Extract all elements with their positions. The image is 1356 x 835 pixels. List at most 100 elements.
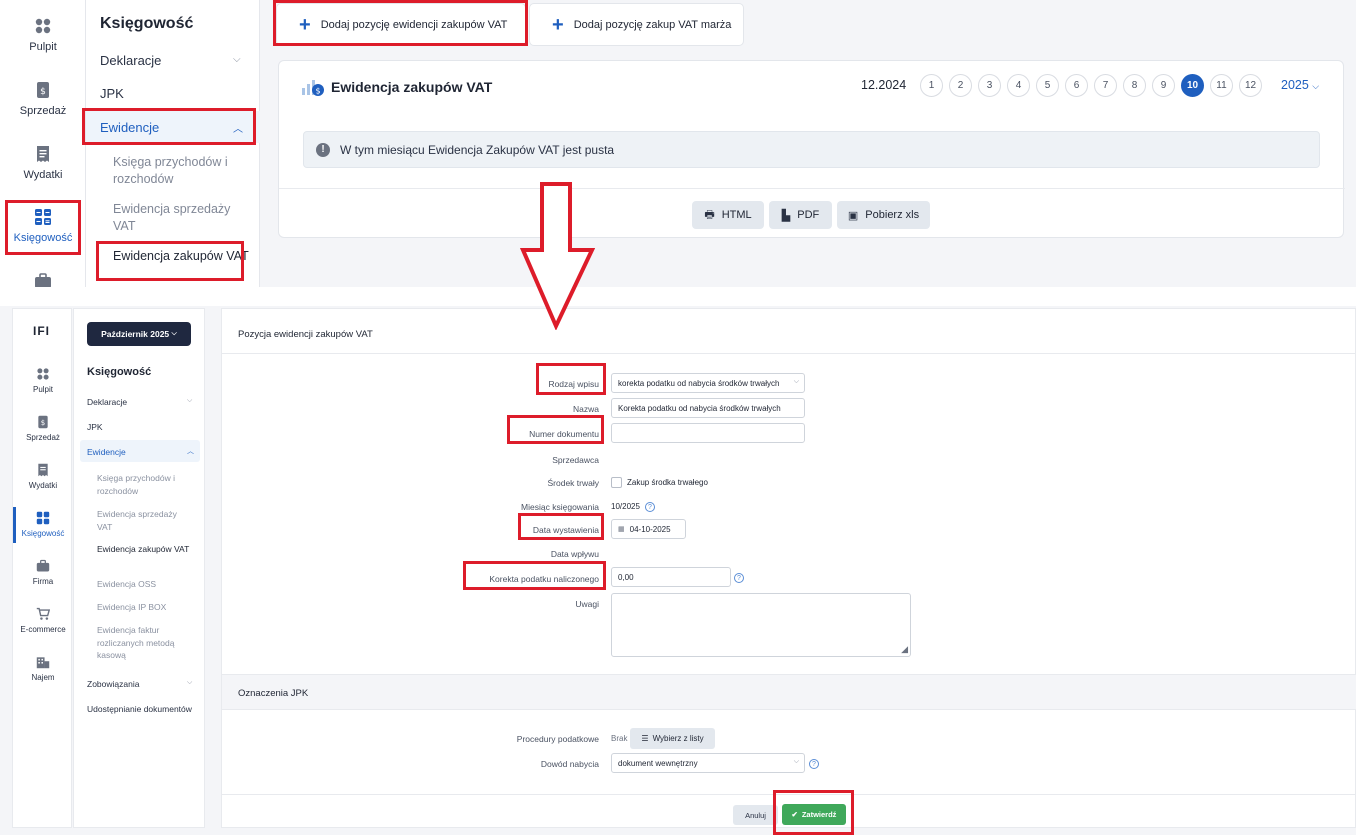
submit-button[interactable]: ✔ Zatwierdź — [782, 804, 846, 825]
rail-item-sprzedaz[interactable]: $ Sprzedaż — [0, 81, 86, 117]
rail-item-pulpit[interactable]: Pulpit — [13, 367, 73, 394]
plus-icon: + — [552, 13, 564, 36]
rail-item-ecommerce[interactable]: E-commerce — [13, 607, 73, 634]
dowod-select[interactable]: dokument wewnętrzny ⌵ — [611, 753, 805, 773]
resize-handle-icon[interactable]: ◢ — [901, 644, 908, 655]
rail-item-najem[interactable]: Najem — [13, 655, 73, 682]
rail-label: Księgowość — [21, 529, 65, 538]
menu-item-jpk[interactable]: JPK — [86, 86, 260, 101]
submenu-kpir[interactable]: Księga przychodów i rozchodów — [97, 472, 192, 497]
chevron-down-icon: ⌵ — [1312, 81, 1320, 91]
year-select[interactable]: 2025 ⌵ — [1281, 78, 1319, 92]
export-xls-button[interactable]: ▣ Pobierz xls — [837, 201, 930, 229]
month-page-7[interactable]: 7 — [1094, 74, 1117, 97]
invoice-icon: $ — [38, 415, 48, 429]
menu-label: Deklaracje — [100, 53, 162, 68]
uwagi-label: Uwagi — [575, 599, 599, 609]
month-page-8[interactable]: 8 — [1123, 74, 1146, 97]
menu-item-jpk[interactable]: JPK — [87, 422, 197, 432]
submenu-ewidencja-zakupow[interactable]: Ewidencja zakupów VAT — [97, 543, 192, 556]
month-page-5[interactable]: 5 — [1036, 74, 1059, 97]
month-page-12[interactable]: 12 — [1239, 74, 1262, 97]
calculator-icon — [36, 511, 50, 525]
srodek-label: Środek trwały — [547, 478, 600, 488]
app-logo: IFI — [33, 324, 50, 338]
current-month: 12.2024 — [861, 78, 907, 92]
rail-label: Firma — [32, 577, 54, 586]
export-html-button[interactable]: 🖶 HTML — [692, 201, 764, 229]
month-page-2[interactable]: 2 — [949, 74, 972, 97]
export-pdf-button[interactable]: ▙ PDF — [769, 201, 832, 229]
uwagi-textarea[interactable]: ◢ — [611, 593, 911, 657]
srodek-checkbox-label: Zakup środka trwałego — [627, 478, 708, 487]
info-text: W tym miesiącu Ewidencja Zakupów VAT jes… — [340, 142, 615, 157]
srodek-checkbox[interactable] — [611, 477, 622, 488]
add-margin-entry-button[interactable]: + Dodaj pozycję zakup VAT marża — [529, 3, 744, 46]
rail-label: Sprzedaż — [19, 105, 67, 117]
select-from-list-button[interactable]: ☰ Wybierz z listy — [630, 728, 715, 749]
main-nav-rail: IFI Pulpit $ Sprzedaż Wydatki Księgowość… — [12, 308, 72, 828]
chevron-down-icon: ⌵ — [187, 397, 193, 404]
submenu-ewidencja-sprzedazy[interactable]: Ewidencja sprzedaży VAT — [97, 508, 192, 533]
submenu-ewidencja-sprzedazy[interactable]: Ewidencja sprzedaży VAT — [113, 201, 253, 235]
rail-item-firma[interactable]: Firma — [13, 559, 73, 586]
rail-item-ksiegowosc[interactable]: Księgowość — [0, 208, 86, 244]
korekta-input[interactable]: 0,00 — [611, 567, 731, 587]
button-label: Pobierz xls — [865, 209, 920, 221]
calendar-icon: ▦ — [618, 526, 625, 533]
month-page-11[interactable]: 11 — [1210, 74, 1233, 97]
input-value: Korekta podatku od nabycia środków trwał… — [618, 403, 781, 413]
rail-label: Księgowość — [13, 232, 73, 244]
rail-item-wydatki[interactable]: Wydatki — [13, 463, 73, 490]
rail-item-pulpit[interactable]: Pulpit — [0, 17, 86, 53]
button-label: Wybierz z listy — [652, 734, 704, 743]
help-icon[interactable]: ? — [809, 759, 819, 769]
divider — [222, 794, 1356, 795]
menu-item-zobowiazania[interactable]: Zobowiązania — [87, 679, 197, 689]
rail-item-wydatki[interactable]: Wydatki — [0, 145, 86, 181]
cancel-button[interactable]: Anuluj — [733, 805, 778, 825]
month-page-6[interactable]: 6 — [1065, 74, 1088, 97]
menu-item-udostepnianie[interactable]: Udostępnianie dokumentów — [87, 703, 197, 716]
month-page-4[interactable]: 4 — [1007, 74, 1030, 97]
receipt-icon — [38, 463, 48, 477]
submenu-ip-box[interactable]: Ewidencja IP BOX — [97, 601, 192, 614]
rail-item-ksiegowosc[interactable]: Księgowość — [13, 511, 73, 538]
menu-item-deklaracje[interactable]: Deklaracje — [87, 397, 197, 407]
rodzaj-select[interactable]: korekta podatku od nabycia środków trwał… — [611, 373, 805, 393]
button-label: Zatwierdź — [801, 810, 837, 819]
xls-file-icon: ▣ — [847, 209, 859, 222]
rail-item-sprzedaz[interactable]: $ Sprzedaż — [13, 415, 73, 442]
menu-item-ewidencje[interactable]: Ewidencje — [87, 447, 197, 457]
invoice-icon: $ — [37, 82, 49, 98]
svg-text:$: $ — [315, 87, 320, 96]
button-label: HTML — [721, 209, 752, 221]
button-label: PDF — [797, 209, 820, 221]
help-icon[interactable]: ? — [734, 573, 744, 583]
nazwa-input[interactable]: Korekta podatku od nabycia środków trwał… — [611, 398, 805, 418]
data-wystawienia-input[interactable]: ▦ 04-10-2025 — [611, 519, 686, 539]
dashboard-icon — [37, 368, 49, 380]
submenu-metoda-kasowa[interactable]: Ewidencja faktur rozliczanych metodą kas… — [97, 624, 192, 662]
main-nav-rail: Pulpit $ Sprzedaż Wydatki Księgowość — [0, 0, 86, 287]
submenu-ewidencja-oss[interactable]: Ewidencja OSS — [97, 578, 192, 591]
dashboard-icon — [35, 18, 51, 34]
numer-input[interactable] — [611, 423, 805, 443]
month-page-9[interactable]: 9 — [1152, 74, 1175, 97]
rail-label: Sprzedaż — [26, 433, 60, 442]
button-label: Anuluj — [745, 810, 766, 820]
rail-item-firma-partial[interactable] — [0, 272, 86, 287]
rail-label: E-commerce — [20, 625, 66, 634]
month-label: Październik 2025 — [101, 329, 170, 339]
jpk-section-title: Oznaczenia JPK — [238, 688, 309, 699]
procedury-value: Brak — [611, 734, 628, 743]
month-picker-button[interactable]: Październik 2025 ⌵ — [87, 322, 191, 346]
help-icon[interactable]: ? — [645, 502, 655, 512]
month-page-1[interactable]: 1 — [920, 74, 943, 97]
month-page-3[interactable]: 3 — [978, 74, 1001, 97]
add-purchase-entry-button[interactable]: + Dodaj pozycję ewidencji zakupów VAT — [276, 3, 526, 46]
pdf-file-icon: ▙ — [781, 209, 791, 222]
month-page-10[interactable]: 10 — [1181, 74, 1204, 97]
submenu-kpir[interactable]: Księga przychodów i rozchodów — [113, 154, 253, 188]
submenu-ewidencja-zakupow[interactable]: Ewidencja zakupów VAT — [113, 248, 253, 265]
